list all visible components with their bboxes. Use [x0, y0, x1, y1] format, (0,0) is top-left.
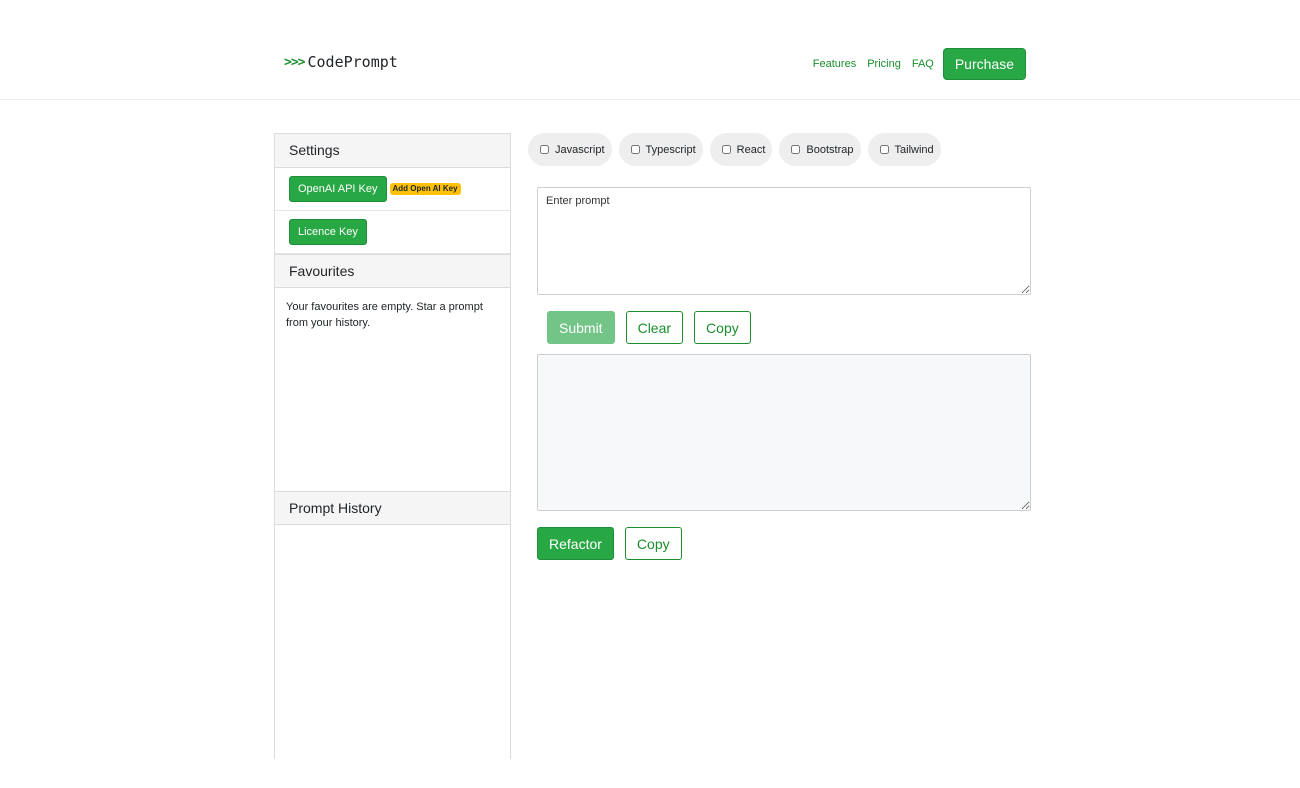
tag-label: Bootstrap [806, 143, 854, 156]
refactor-button[interactable]: Refactor [537, 527, 614, 560]
nav-links: Features Pricing FAQ Purchase [813, 48, 1026, 80]
tag-typescript[interactable]: Typescript [618, 133, 703, 166]
licence-key-button[interactable]: Licence Key [289, 219, 367, 245]
tag-javascript-checkbox[interactable] [540, 145, 549, 154]
prompt-history-header: Prompt History [275, 491, 510, 525]
favourites-empty-message: Your favourites are empty. Star a prompt… [286, 301, 483, 329]
tag-tailwind-checkbox[interactable] [879, 145, 889, 154]
top-navbar: >>> CodePrompt Features Pricing FAQ Purc… [0, 0, 1300, 100]
submit-button[interactable]: Submit [547, 311, 615, 344]
tag-label: Typescript [645, 143, 696, 156]
brand-name: CodePrompt [307, 53, 398, 71]
prompt-actions: Submit Clear Copy [547, 311, 762, 344]
settings-row-api-key: OpenAI API Key Add Open AI Key [275, 168, 510, 211]
tag-label: Tailwind [894, 143, 934, 156]
tag-javascript[interactable]: Javascript [528, 133, 612, 166]
sidebar: Settings OpenAI API Key Add Open AI Key … [274, 133, 511, 759]
copy-output-button[interactable]: Copy [624, 527, 682, 560]
tag-label: React [736, 143, 766, 156]
clear-button[interactable]: Clear [625, 311, 684, 344]
settings-header: Settings [275, 134, 510, 168]
nav-link-features[interactable]: Features [813, 58, 856, 70]
prompt-input[interactable] [537, 187, 1031, 295]
tag-bootstrap-checkbox[interactable] [791, 145, 801, 154]
copy-prompt-button[interactable]: Copy [694, 311, 751, 344]
nav-link-faq[interactable]: FAQ [912, 58, 934, 70]
output-textarea[interactable] [537, 354, 1031, 511]
nav-link-pricing[interactable]: Pricing [867, 58, 901, 70]
language-tags: Javascript Typescript React Bootstrap Ta… [528, 133, 948, 166]
add-api-key-badge: Add Open AI Key [389, 183, 461, 195]
purchase-button[interactable]: Purchase [942, 48, 1026, 80]
favourites-header: Favourites [275, 254, 510, 288]
tag-typescript-checkbox[interactable] [630, 145, 640, 154]
tag-tailwind[interactable]: Tailwind [867, 133, 941, 166]
settings-row-licence-key: Licence Key [275, 211, 510, 254]
prompt-history-list[interactable] [275, 525, 510, 761]
output-actions: Refactor Copy [537, 527, 693, 560]
openai-api-key-button[interactable]: OpenAI API Key [289, 176, 387, 202]
brand-logo[interactable]: >>> CodePrompt [284, 53, 398, 71]
tag-react[interactable]: React [709, 133, 773, 166]
tag-bootstrap[interactable]: Bootstrap [779, 133, 861, 166]
chevrons-icon: >>> [284, 54, 306, 70]
tag-label: Javascript [555, 143, 605, 156]
tag-react-checkbox[interactable] [721, 145, 731, 154]
